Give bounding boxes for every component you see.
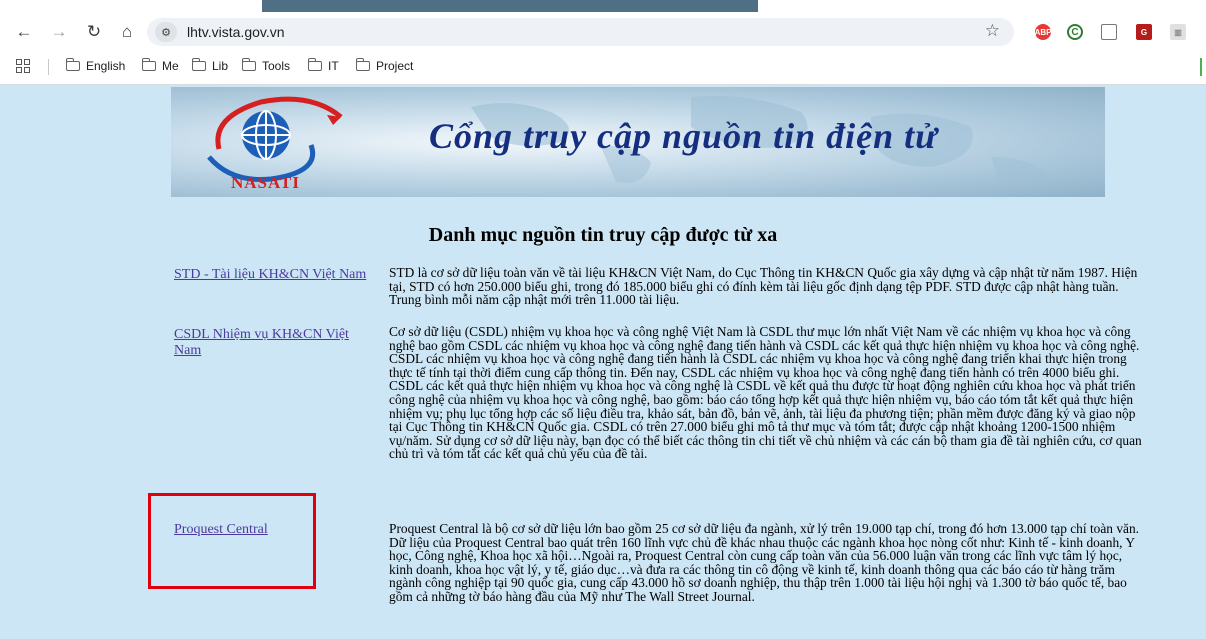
bookmark-label: English <box>86 59 126 73</box>
bookmark-lib[interactable]: Lib <box>192 58 229 73</box>
resource-description-proquest: Proquest Central là bộ cơ sở dữ liệu lớn… <box>389 521 1140 604</box>
address-bar[interactable]: ⚙ lhtv.vista.gov.vn ☆ <box>147 18 1014 46</box>
page-title: Danh mục nguồn tin truy cập được từ xa <box>428 224 778 246</box>
bookmark-label: Me <box>162 59 179 73</box>
bookmark-tools[interactable]: Tools <box>242 58 291 73</box>
folder-icon <box>66 58 80 71</box>
bookmark-label: Tools <box>262 59 291 73</box>
back-icon[interactable]: ← <box>12 20 36 44</box>
translate-extension-icon[interactable]: G <box>1136 24 1152 40</box>
grammar-extension-icon[interactable]: C <box>1067 24 1083 40</box>
extensions-icon[interactable]: ▥ <box>1170 24 1186 40</box>
resource-link-std[interactable]: STD - Tài liệu KH&CN Việt Nam <box>174 267 369 283</box>
resource-link-csdl[interactable]: CSDL Nhiệm vụ KH&CN Việt Nam <box>174 327 369 359</box>
bookmark-label: IT <box>328 59 339 73</box>
bookmark-me[interactable]: Me <box>142 58 179 73</box>
bookmark-english[interactable]: English <box>66 58 126 73</box>
url-text[interactable]: lhtv.vista.gov.vn <box>187 24 285 40</box>
resource-description-csdl: Cơ sở dữ liệu (CSDL) nhiệm vụ khoa học v… <box>389 324 1142 462</box>
site-info-icon[interactable]: ⚙ <box>155 22 177 42</box>
folder-icon <box>308 58 322 71</box>
banner-title: Cổng truy cập nguồn tin điện tử <box>429 116 938 156</box>
top-strip-bar <box>262 0 758 12</box>
top-strip <box>0 0 1206 14</box>
bookmark-it[interactable]: IT <box>308 58 339 73</box>
folder-icon <box>192 58 206 71</box>
folder-icon <box>142 58 156 71</box>
bookmark-label: Project <box>376 59 414 73</box>
highlight-box <box>148 493 316 589</box>
adblock-icon[interactable]: ABP <box>1035 24 1051 40</box>
site-banner: Cổng truy cập nguồn tin điện tử NASATI <box>171 87 1105 197</box>
bookmark-project[interactable]: Project <box>356 58 414 73</box>
bookmark-bar-edge <box>1200 58 1202 76</box>
apps-grid-icon[interactable] <box>16 59 30 73</box>
browser-toolbar: ← → ↻ ⌂ ⚙ lhtv.vista.gov.vn ☆ ABP C G ▥ <box>0 14 1206 50</box>
forward-icon[interactable]: → <box>47 20 71 44</box>
folder-icon <box>356 58 370 71</box>
reading-list-icon[interactable] <box>1101 24 1117 40</box>
logo-text: NASATI <box>231 173 300 192</box>
resource-description-std: STD là cơ sở dữ liệu toàn văn về tài liệ… <box>389 265 1138 308</box>
bookmark-separator <box>48 59 49 75</box>
reload-icon[interactable]: ↻ <box>82 20 106 44</box>
home-icon[interactable]: ⌂ <box>115 20 139 44</box>
bookmarks-bar: English Me Lib Tools IT Project <box>0 50 1206 85</box>
folder-icon <box>242 58 256 71</box>
bookmark-star-icon[interactable]: ☆ <box>985 21 1000 41</box>
bookmark-label: Lib <box>212 59 229 73</box>
adblock-label: ABP <box>1034 27 1052 37</box>
